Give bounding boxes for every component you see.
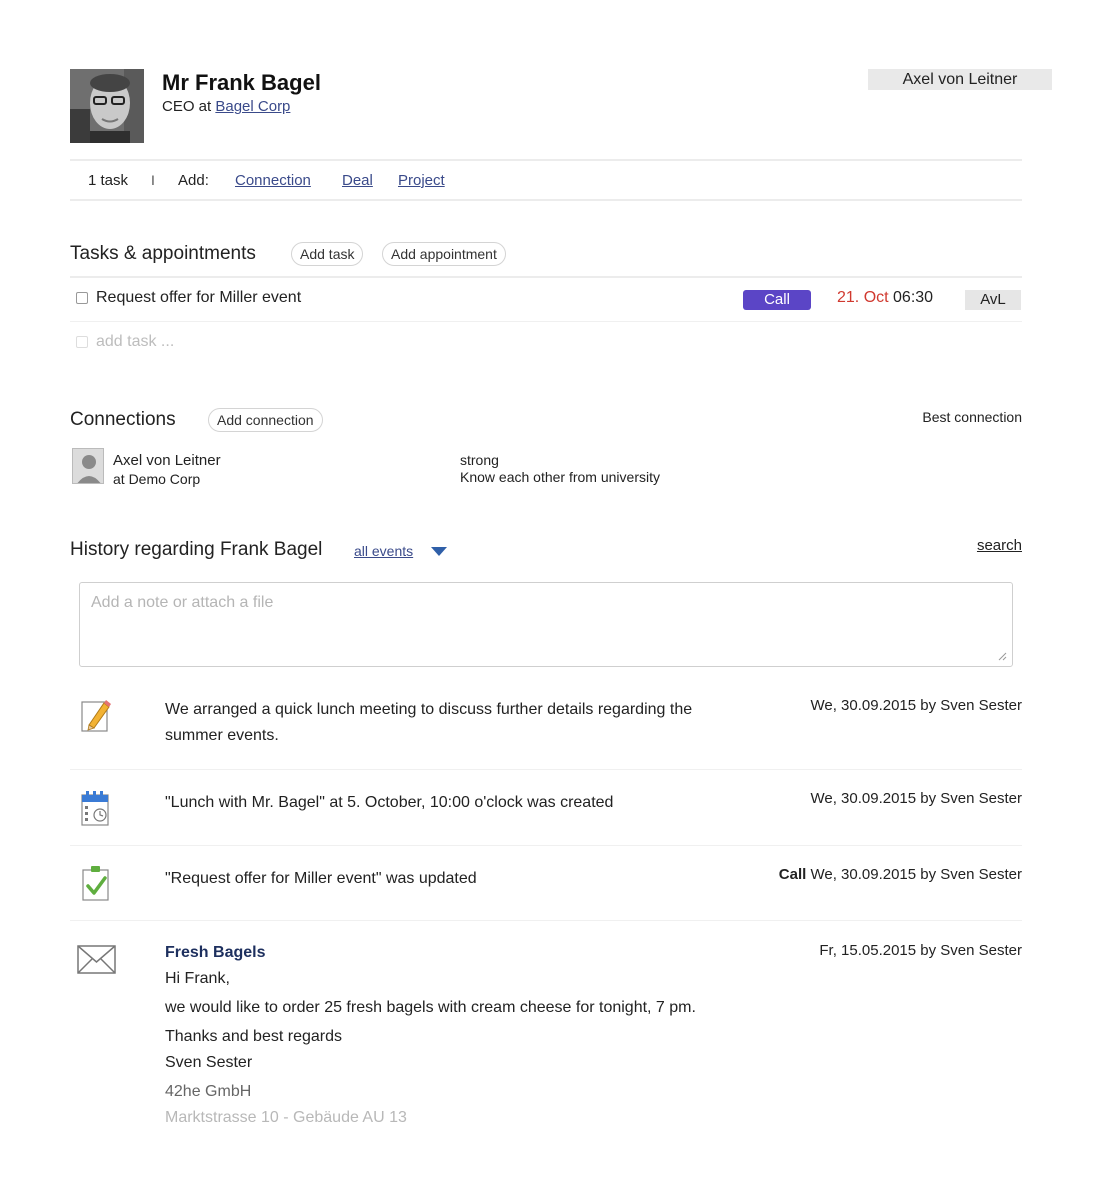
- event-calendar-meta: We, 30.09.2015 by Sven Sester: [810, 790, 1022, 807]
- event-note-text: We arranged a quick lunch meeting to dis…: [165, 697, 765, 749]
- task-label[interactable]: Request offer for Miller event: [96, 289, 301, 307]
- resize-handle-icon[interactable]: [997, 651, 1007, 661]
- event-note-line1: We arranged a quick lunch meeting to dis…: [165, 701, 693, 718]
- action-separator: I: [151, 172, 155, 188]
- divider: [70, 159, 1022, 161]
- add-deal-link[interactable]: Deal: [342, 172, 373, 189]
- connections-section-title: Connections: [70, 409, 176, 430]
- email-subject[interactable]: Fresh Bagels: [165, 944, 265, 962]
- envelope-icon: [77, 945, 117, 975]
- task-type-badge: Call: [743, 290, 811, 310]
- email-line-company: 42he GmbH: [165, 1083, 252, 1100]
- add-project-link[interactable]: Project: [398, 172, 445, 189]
- note-input[interactable]: Add a note or attach a file: [79, 582, 1013, 667]
- divider: [70, 769, 1022, 770]
- event-task-text: "Request offer for Miller event" was upd…: [165, 870, 477, 887]
- divider: [70, 845, 1022, 846]
- event-note-line2: summer events.: [165, 727, 279, 744]
- task-row: Request offer for Miller event Call 21. …: [70, 285, 1022, 313]
- task-due-time: 06:30: [893, 289, 934, 306]
- email-line-closing: Thanks and best regards: [165, 1028, 342, 1045]
- add-label: Add:: [178, 172, 209, 189]
- contact-photo: [70, 69, 144, 143]
- contact-role-prefix: CEO at: [162, 98, 212, 115]
- event-task-meta-date: We, 30.09.2015 by Sven Sester: [810, 866, 1022, 883]
- divider: [70, 276, 1022, 278]
- pencil-note-icon: [80, 697, 112, 733]
- history-search-link[interactable]: search: [940, 537, 1022, 554]
- divider: [70, 321, 1022, 322]
- task-assignee-badge[interactable]: AvL: [965, 290, 1021, 310]
- event-note-meta: We, 30.09.2015 by Sven Sester: [810, 697, 1022, 714]
- connection-note: Know each other from university: [460, 469, 660, 485]
- email-line-body: we would like to order 25 fresh bagels w…: [165, 999, 696, 1016]
- email-line-address: Marktstrasse 10 - Gebäude AU 13: [165, 1109, 407, 1126]
- tasks-section-title: Tasks & appointments: [70, 243, 256, 264]
- new-task-placeholder: add task ...: [96, 333, 175, 350]
- history-section-title: History regarding Frank Bagel: [70, 539, 323, 560]
- task-due: 21. Oct 06:30: [837, 289, 933, 307]
- event-task-meta-type: Call: [778, 866, 807, 883]
- contact-role: CEO at Bagel Corp: [162, 98, 290, 115]
- task-count[interactable]: 1 task: [88, 172, 128, 189]
- event-calendar-text: "Lunch with Mr. Bagel" at 5. October, 10…: [165, 794, 614, 811]
- add-task-button[interactable]: Add task: [291, 242, 364, 266]
- connection-avatar: [72, 448, 104, 484]
- add-connection-button[interactable]: Add connection: [208, 408, 323, 432]
- best-connection-label: Best connection: [922, 409, 1022, 425]
- task-due-date: 21. Oct: [837, 289, 889, 306]
- add-connection-link[interactable]: Connection: [235, 172, 311, 189]
- divider: [70, 199, 1022, 201]
- note-input-placeholder: Add a note or attach a file: [91, 594, 274, 611]
- company-link[interactable]: Bagel Corp: [215, 98, 290, 115]
- connection-name[interactable]: Axel von Leitner: [113, 452, 221, 469]
- new-task-row[interactable]: add task ...: [70, 331, 370, 355]
- connection-strength: strong: [460, 452, 499, 468]
- new-task-checkbox: [76, 336, 88, 348]
- owner-badge[interactable]: Axel von Leitner: [868, 69, 1052, 90]
- email-line-sender: Sven Sester: [165, 1054, 253, 1071]
- history-filter-link[interactable]: all events: [354, 543, 413, 559]
- email-meta: Fr, 15.05.2015 by Sven Sester: [819, 942, 1022, 959]
- connection-company: at Demo Corp: [113, 471, 201, 487]
- email-line-greeting: Hi Frank,: [165, 970, 230, 987]
- task-check-icon: [80, 864, 112, 902]
- divider: [70, 920, 1022, 921]
- calendar-icon: [80, 789, 112, 827]
- chevron-down-icon[interactable]: [431, 547, 447, 556]
- event-task-meta: Call We, 30.09.2015 by Sven Sester: [700, 866, 1022, 883]
- task-checkbox[interactable]: [76, 292, 88, 304]
- contact-name: Mr Frank Bagel: [162, 70, 321, 95]
- add-appointment-button[interactable]: Add appointment: [382, 242, 506, 266]
